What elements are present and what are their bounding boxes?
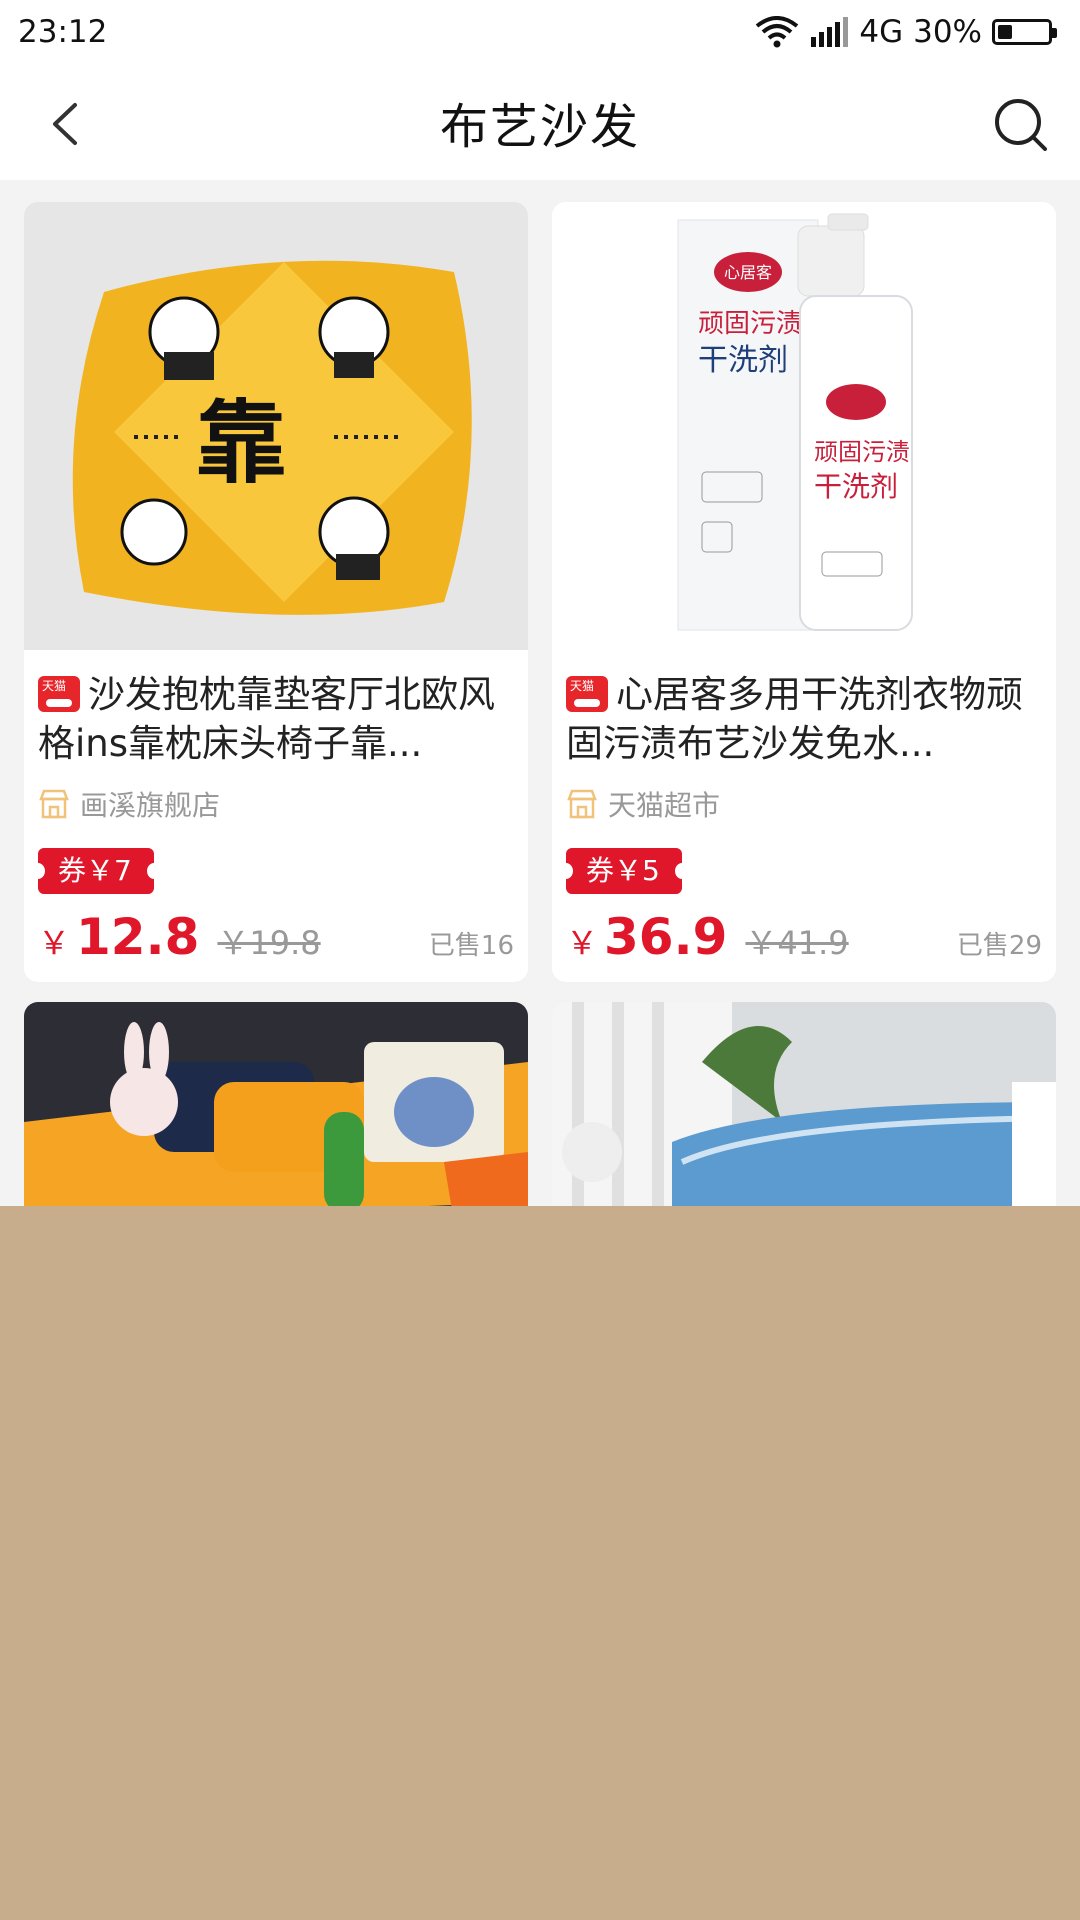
- shop-row[interactable]: 画溪旗舰店: [38, 784, 514, 824]
- battery-icon: [992, 19, 1057, 45]
- sold-count: 已售29: [956, 931, 1042, 961]
- cleaner-brand: 心居客: [724, 263, 772, 282]
- product-card[interactable]: 心居客 顽固污渍 干洗剂 顽固污渍 干洗剂 天猫 心居客多用干洗剂衣物顽固污渍布…: [552, 202, 1056, 982]
- pillow-character: 靠: [196, 390, 286, 496]
- svg-text:干洗剂: 干洗剂: [814, 470, 898, 503]
- tmall-badge-icon: 天猫: [38, 676, 80, 712]
- bottom-overlay: [0, 1206, 1080, 1920]
- price: 36.9: [604, 908, 728, 966]
- page-title: 布艺沙发: [439, 99, 640, 155]
- product-info: 天猫 心居客多用干洗剂衣物顽固污渍布艺沙发免水... 天猫超市 券￥5 ￥ 36…: [552, 650, 1056, 982]
- product-image[interactable]: 心居客 顽固污渍 干洗剂 顽固污渍 干洗剂: [552, 202, 1056, 650]
- coupon-badge[interactable]: 券￥7: [31, 848, 161, 894]
- product-card[interactable]: 靠 天猫 沙发抱枕靠垫客厅北欧风格ins靠枕床头椅子靠... 画溪旗舰店 券￥7…: [24, 202, 528, 982]
- signal-icon: [811, 17, 849, 47]
- shop-icon: [39, 789, 69, 819]
- battery-percent: 30%: [913, 14, 982, 50]
- price-row: ￥ 36.9 ￥41.9 已售29: [566, 908, 1042, 966]
- wifi-icon: [756, 16, 799, 48]
- product-image[interactable]: 靠: [24, 202, 528, 650]
- pillow-image: 靠: [24, 202, 528, 650]
- status-icons: 4G 30%: [755, 14, 1057, 50]
- cleaner-image: 心居客 顽固污渍 干洗剂 顽固污渍 干洗剂: [552, 202, 1056, 650]
- price: 12.8: [76, 908, 200, 966]
- back-button[interactable]: [34, 94, 94, 154]
- search-button[interactable]: [988, 92, 1052, 156]
- product-title-wrap[interactable]: 天猫 心居客多用干洗剂衣物顽固污渍布艺沙发免水...: [566, 670, 1042, 768]
- chevron-left-icon: [53, 103, 77, 145]
- price-row: ￥ 12.8 ￥19.8 已售16: [38, 908, 514, 966]
- original-price: ￥19.8: [217, 924, 321, 962]
- svg-text:顽固污渍: 顽固污渍: [814, 438, 910, 466]
- status-time: 23:12: [18, 14, 108, 50]
- nav-bar: 布艺沙发: [0, 64, 1080, 180]
- product-title: 沙发抱枕靠垫客厅北欧风格ins靠枕床头椅子靠...: [38, 673, 495, 765]
- shop-row[interactable]: 天猫超市: [566, 784, 1042, 824]
- price-currency: ￥: [38, 924, 71, 962]
- product-title-wrap[interactable]: 天猫 沙发抱枕靠垫客厅北欧风格ins靠枕床头椅子靠...: [38, 670, 514, 768]
- coupon-badge[interactable]: 券￥5: [559, 848, 689, 894]
- original-price: ￥41.9: [745, 924, 849, 962]
- shop-name: 天猫超市: [608, 789, 721, 822]
- tmall-badge-icon: 天猫: [566, 676, 608, 712]
- status-bar: 23:12 4G 30%: [0, 0, 1080, 64]
- network-type: 4G: [859, 14, 904, 50]
- product-info: 天猫 沙发抱枕靠垫客厅北欧风格ins靠枕床头椅子靠... 画溪旗舰店 券￥7 ￥…: [24, 650, 528, 982]
- shop-name: 画溪旗舰店: [80, 789, 221, 822]
- cleaner-label-1: 顽固污渍: [698, 309, 802, 339]
- price-currency: ￥: [566, 924, 599, 962]
- shop-icon: [567, 789, 597, 819]
- search-icon: [995, 99, 1047, 151]
- product-title: 心居客多用干洗剂衣物顽固污渍布艺沙发免水...: [566, 673, 1023, 765]
- cleaner-label-2: 干洗剂: [698, 343, 788, 378]
- screen: 23:12 4G 30% 布艺沙发 靠 天猫 沙发抱枕靠垫客厅北欧风格ins靠枕…: [0, 0, 1080, 1920]
- sold-count: 已售16: [428, 931, 514, 961]
- battery-fill: [998, 25, 1013, 39]
